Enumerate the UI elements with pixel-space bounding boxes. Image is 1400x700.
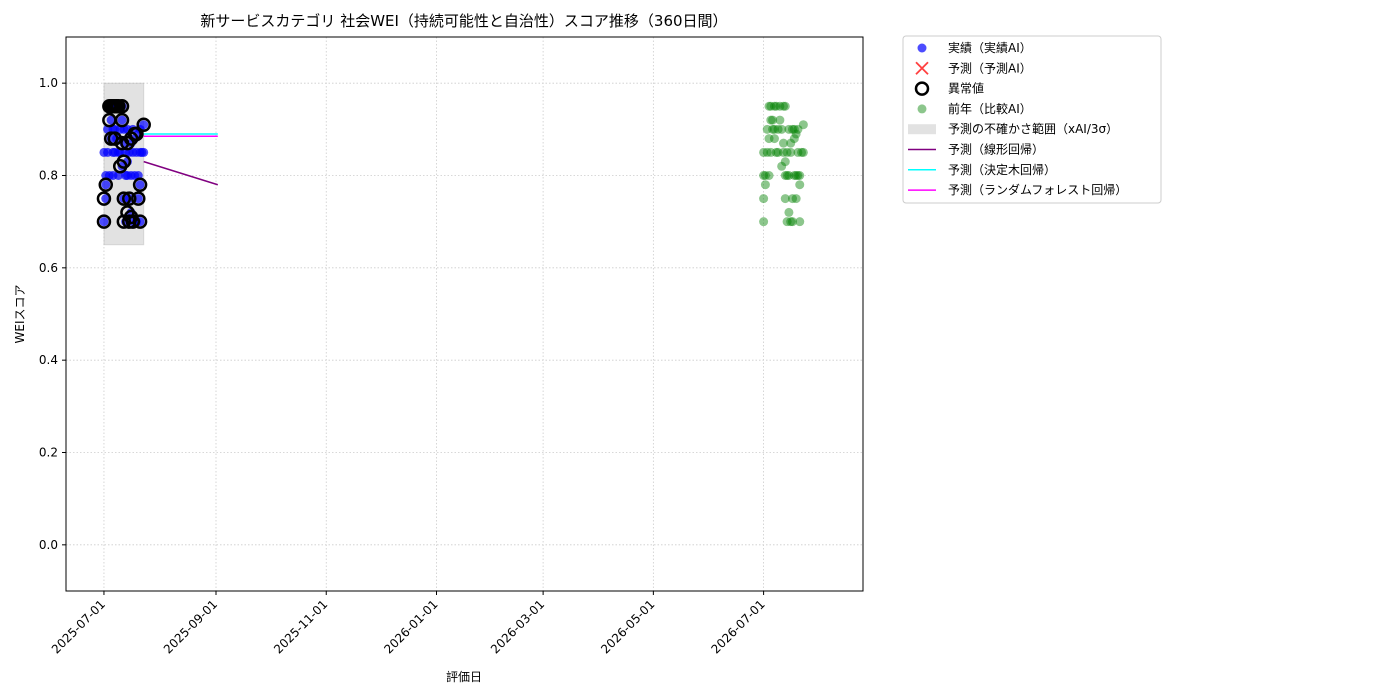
previous-year-point (780, 157, 790, 167)
actual-point (101, 180, 111, 190)
x-tick-label: 2025-09-01 (161, 597, 220, 656)
actual-point (99, 217, 109, 227)
previous-year-point (760, 180, 770, 190)
y-axis-label: WEIスコア (13, 285, 27, 344)
x-tick-label: 2025-11-01 (271, 597, 330, 656)
legend-box (902, 35, 1162, 204)
y-tick-label: 0.8 (39, 169, 58, 183)
x-tick-label: 2026-03-01 (488, 597, 547, 656)
previous-year-point (759, 217, 769, 227)
legend-label: 予測（ランダムフォレスト回帰） (948, 182, 1127, 197)
prediction-line (143, 160, 219, 186)
previous-year-point (795, 171, 805, 180)
actual-point (117, 115, 127, 125)
previous-year-point (784, 207, 794, 217)
legend-marker (908, 124, 936, 135)
legend-marker (917, 43, 927, 53)
scatter-point-layer (99, 101, 808, 227)
actual-point (139, 120, 149, 130)
legend-label: 前年（比較AI） (948, 101, 1032, 116)
actual-point (135, 180, 145, 190)
previous-year-point (775, 115, 785, 125)
legend-label: 予測（予測AI） (948, 61, 1032, 75)
previous-year-point (795, 217, 805, 227)
previous-year-point (798, 147, 808, 157)
legend-marker (917, 104, 927, 114)
previous-year-point (769, 134, 779, 144)
previous-year-point (780, 101, 790, 111)
grid-layer (66, 37, 863, 591)
x-tick-label: 2025-07-01 (49, 597, 108, 656)
legend-label: 予測（線形回帰） (948, 142, 1044, 157)
legend-label: 予測（決定木回帰） (948, 162, 1056, 177)
y-tick-label: 0.2 (39, 446, 58, 460)
chart-root: 新サービスカテゴリ 社会WEI（持続可能性と自治性）スコア推移（360日間） 2… (13, 12, 1162, 684)
previous-year-point (759, 194, 769, 204)
plot-frame (65, 36, 864, 592)
prediction-line-layer (143, 133, 219, 186)
x-tick-label: 2026-01-01 (381, 597, 440, 656)
legend: 実績（実績AI） 予測（予測AI） 異常値前年（比較AI） 予測の不確かさ範囲（xAI… (902, 35, 1162, 204)
previous-year-point (764, 171, 774, 180)
y-tick-label: 0.6 (39, 261, 58, 275)
y-tick-label: 0.0 (39, 538, 58, 552)
chart-title: 新サービスカテゴリ 社会WEI（持続可能性と自治性）スコア推移（360日間） (200, 12, 727, 30)
x-tick-label: 2026-05-01 (598, 597, 657, 656)
previous-year-point (795, 180, 805, 190)
previous-year-point (798, 120, 808, 130)
x-tick-label: 2026-07-01 (709, 597, 768, 656)
x-axis-label: 評価日 (446, 669, 482, 684)
y-tick-label: 0.4 (39, 353, 58, 367)
y-tick-label: 1.0 (39, 76, 58, 90)
previous-year-point (791, 194, 801, 204)
legend-label: 実績（実績AI） (948, 40, 1032, 55)
x-axis-ticks: 2025-07-01 2025-09-01 2025-11-01 2026-01-01… (49, 591, 768, 656)
legend-label: 予測の不確かさ範囲（xAI/3σ） (948, 121, 1118, 136)
legend-label: 異常値 (948, 81, 984, 96)
actual-point (139, 147, 149, 157)
y-axis-ticks: 0.0 0.2 0.4 0.6 0.8 1.0 (39, 76, 66, 552)
